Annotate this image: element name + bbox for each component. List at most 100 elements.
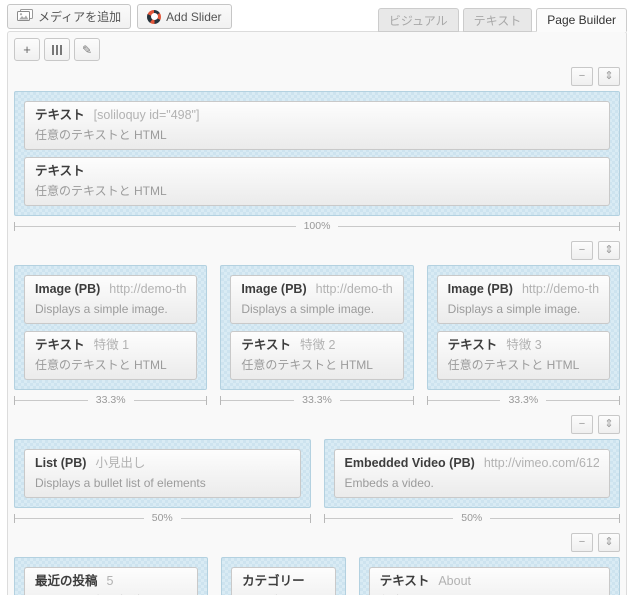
widget-arg: http://demo-theme (315, 282, 393, 296)
widget-arg: http://vimeo.com/6124 (483, 456, 599, 470)
widget-embedded-video[interactable]: Embedded Video (PB) http://vimeo.com/6124… (333, 449, 610, 498)
column-cell: Embedded Video (PB) http://vimeo.com/6124… (323, 439, 620, 508)
column-cell: テキストAbout 任意のテキストと HTML (358, 557, 620, 595)
move-icon: ⇕ (604, 418, 614, 430)
column-cell: Image (PB) http://demo-theme Displays a s… (220, 265, 414, 390)
widget-title: List (PB) (35, 456, 87, 470)
column-cell: List (PB) 小見出し Displays a bullet list of … (14, 439, 311, 508)
widget-text[interactable]: テキスト 特徴 3 任意のテキストと HTML (436, 331, 610, 380)
row-remove-button[interactable]: − (571, 415, 593, 434)
widget-text[interactable]: テキスト 特徴 1 任意のテキストと HTML (24, 331, 198, 380)
row-move-button[interactable]: ⇕ (598, 241, 620, 260)
column-cell: Image (PB) http://demo-theme Displays a s… (14, 265, 208, 390)
widget-image[interactable]: Image (PB) http://demo-theme Displays a s… (230, 275, 404, 324)
tab-text-label: テキスト (473, 13, 522, 28)
column-width-ruler: 33.3% (426, 394, 620, 406)
row-move-button[interactable]: ⇕ (598, 67, 620, 86)
widget-text-about[interactable]: テキストAbout 任意のテキストと HTML (368, 567, 610, 595)
builder-row-4: − ⇕ 最近の投稿5 サイトの最新の投稿 33.5% カテゴリー カテゴリーのリ… (14, 533, 620, 595)
column-width-ruler: 100% (14, 220, 621, 232)
widget-title: Image (PB) (35, 282, 101, 296)
tab-text[interactable]: テキスト (462, 8, 533, 32)
slider-ring-icon (147, 9, 162, 24)
widget-title-line: Image (PB) http://demo-theme (35, 282, 186, 297)
widget-title: テキスト (35, 108, 85, 122)
add-row-button[interactable] (44, 38, 70, 61)
widget-description: 任意のテキストと HTML (35, 184, 167, 198)
builder-row-3: − ⇕ List (PB) 小見出し Displays a bullet list… (14, 415, 621, 524)
column-cell: カテゴリー カテゴリーのリスト (221, 557, 346, 595)
widget-arg: http://demo-theme (109, 282, 187, 296)
widget-list[interactable]: List (PB) 小見出し Displays a bullet list of … (24, 449, 301, 498)
widget-text[interactable]: テキスト 特徴 2 任意のテキストと HTML (230, 331, 404, 380)
widget-title: カテゴリー (242, 574, 305, 588)
widget-title-line: テキスト About (380, 574, 599, 589)
minus-icon: − (578, 244, 586, 256)
widget-description: Displays a simple image. (241, 302, 375, 316)
widget-text-soliloquy[interactable]: テキスト [soliloquy id="498"] 任意のテキストと HTML (24, 101, 610, 150)
widget-description: 任意のテキストと HTML (35, 128, 167, 142)
minus-icon: − (578, 70, 586, 82)
columns-icon (52, 44, 62, 55)
widget-image[interactable]: Image (PB) http://demo-theme Displays a s… (24, 275, 198, 324)
widget-arg: About (438, 574, 471, 588)
widget-title: Image (PB) (241, 282, 307, 296)
row-4-controls: − ⇕ (14, 533, 620, 552)
width-label: 50% (461, 512, 483, 524)
widget-text[interactable]: テキスト 任意のテキストと HTML (24, 157, 610, 206)
widget-description: Embeds a video. (344, 476, 434, 490)
row-3-controls: − ⇕ (14, 415, 620, 434)
column-width-ruler: 33.3% (14, 394, 208, 406)
move-icon: ⇕ (604, 536, 614, 548)
builder-row-1: − ⇕ テキスト [soliloquy id="498"] 任意のテキストと HT… (14, 67, 621, 232)
edit-layout-button[interactable]: ✎ (74, 38, 100, 61)
width-label: 33.3% (508, 394, 539, 406)
widget-title: テキスト (35, 164, 85, 178)
tab-page-builder[interactable]: Page Builder (536, 8, 627, 32)
add-slider-label: Add Slider (166, 9, 222, 24)
widget-title: テキスト (447, 338, 498, 352)
widget-title-line: テキスト [soliloquy id="498"] (35, 108, 599, 123)
editor-top-bar: メディアを追加 Add Slider ビジュアル テキスト Page Build… (0, 0, 634, 32)
widget-title-line: テキスト (35, 164, 599, 179)
widget-title: テキスト (379, 574, 430, 588)
media-buttons: メディアを追加 Add Slider (7, 4, 232, 31)
move-icon: ⇕ (604, 70, 614, 82)
tab-visual-label: ビジュアル (388, 13, 448, 28)
widget-description: 任意のテキストと HTML (35, 358, 167, 372)
widget-image[interactable]: Image (PB) http://demo-theme Displays a s… (436, 275, 610, 324)
widget-title: Embedded Video (PB) (344, 456, 475, 470)
widget-title-line: 最近の投稿 5 (35, 574, 187, 589)
tab-visual[interactable]: ビジュアル (377, 8, 459, 32)
row-2-controls: − ⇕ (14, 241, 620, 260)
width-label: 50% (151, 512, 173, 524)
row-remove-button[interactable]: − (571, 241, 593, 260)
row-remove-button[interactable]: − (571, 67, 593, 86)
widget-arg: 小見出し (95, 456, 146, 470)
widget-description: Displays a bullet list of elements (35, 476, 206, 490)
plus-icon: + (23, 42, 31, 57)
row-remove-button[interactable]: − (571, 533, 593, 552)
media-icon (17, 8, 33, 25)
column-cell: テキスト [soliloquy id="498"] 任意のテキストと HTML テ… (14, 91, 620, 216)
widget-arg: 特徴 1 (93, 338, 130, 352)
add-slider-button[interactable]: Add Slider (137, 4, 232, 29)
widget-title-line: カテゴリー (242, 574, 325, 589)
row-move-button[interactable]: ⇕ (598, 533, 620, 552)
add-media-button[interactable]: メディアを追加 (7, 4, 132, 29)
move-icon: ⇕ (604, 244, 614, 256)
minus-icon: − (578, 536, 586, 548)
add-widget-button[interactable]: + (14, 38, 40, 61)
widget-recent-posts[interactable]: 最近の投稿5 サイトの最新の投稿 (24, 567, 199, 595)
widget-title-line: Embedded Video (PB) http://vimeo.com/6124 (345, 456, 600, 471)
row-move-button[interactable]: ⇕ (598, 415, 620, 434)
widget-arg: 5 (106, 574, 114, 588)
widget-categories[interactable]: カテゴリー カテゴリーのリスト (231, 567, 336, 595)
column-cell: Image (PB) http://demo-theme Displays a s… (426, 265, 620, 390)
page-builder-toolbar: + ✎ (14, 38, 620, 61)
widget-title: 最近の投稿 (35, 574, 98, 588)
widget-title-line: List (PB) 小見出し (35, 456, 290, 471)
row-1-controls: − ⇕ (14, 67, 620, 86)
widget-title-line: Image (PB) http://demo-theme (241, 282, 392, 297)
width-label: 100% (303, 220, 331, 232)
